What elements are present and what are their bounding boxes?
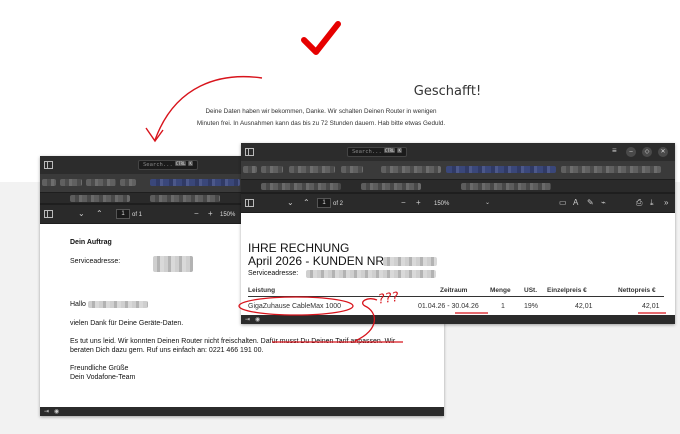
sidebar-toggle-icon[interactable]: [245, 199, 254, 207]
row-qty: 1: [501, 303, 505, 310]
print-icon[interactable]: ⎙: [636, 199, 642, 207]
redacted-breadcrumb: [461, 183, 551, 190]
redacted-tab[interactable]: [120, 179, 136, 186]
redacted-tab[interactable]: [381, 166, 441, 173]
checkmark-icon: [301, 21, 341, 55]
invoice-title: IHRE RECHNUNG: [248, 241, 350, 255]
closing-signature: Dein Vodafone-Team: [70, 374, 136, 381]
prev-page-icon[interactable]: ⌄: [78, 210, 85, 218]
page-total: of 1: [132, 212, 143, 218]
close-icon[interactable]: ✕: [658, 147, 668, 157]
highlighted-sentence: Dafür musst Du Deinen Tarif anpassen.: [260, 338, 383, 345]
status-bar: ⇥ ◉: [40, 407, 444, 416]
search-input[interactable]: Search... CTRL K: [347, 147, 407, 157]
letter-greeting: Hallo: [70, 301, 86, 308]
prev-page-icon[interactable]: ⌄: [287, 199, 294, 207]
panel-icon[interactable]: ⇥: [245, 316, 250, 324]
redacted-tab-active[interactable]: [446, 166, 556, 173]
download-icon[interactable]: ⤓: [650, 199, 654, 207]
page-number-input[interactable]: 1: [116, 209, 130, 219]
tab-bar: [241, 161, 675, 179]
redacted-breadcrumb: [70, 195, 130, 202]
redacted-address: [153, 256, 193, 272]
text-icon[interactable]: A: [573, 199, 578, 207]
col-header-period: Zeitraum: [440, 287, 468, 294]
redacted-tab[interactable]: [42, 179, 56, 186]
search-input[interactable]: Search... CTRL K: [138, 160, 198, 170]
service-address-label: Serviceadresse:: [248, 270, 299, 277]
maximize-icon[interactable]: ◇: [642, 147, 652, 157]
col-header-qty: Menge: [490, 287, 511, 294]
service-address-label: Serviceadresse:: [70, 258, 121, 265]
row-net-price: 42,01: [642, 303, 660, 310]
redacted-tab-active[interactable]: [150, 179, 240, 186]
minimize-icon[interactable]: –: [626, 147, 636, 157]
titlebar: Search... CTRL K ≡ – ◇ ✕: [241, 143, 675, 161]
row-service: GigaZuhause CableMax 1000: [248, 303, 342, 310]
success-message: Deine Daten haben wir bekommen, Danke. W…: [196, 108, 446, 127]
redacted-tab[interactable]: [341, 166, 363, 173]
next-page-icon[interactable]: ⌃: [303, 199, 310, 207]
pdf-viewer-invoice: Search... CTRL K ≡ – ◇ ✕ ⌄ ⌃ 1 of 2 − + 15…: [241, 143, 675, 324]
letter-line: vielen Dank für Deine Geräte-Daten.: [70, 320, 184, 327]
letter-heading: Dein Auftrag: [70, 239, 112, 246]
col-header-vat: USt.: [524, 287, 537, 294]
sidebar-toggle-icon[interactable]: [44, 210, 53, 218]
broadcast-icon[interactable]: ◉: [54, 408, 59, 416]
col-header-service: Leistung: [248, 287, 276, 294]
letter-paragraph: Es tut uns leid. Wir konnten Deinen Rout…: [70, 338, 396, 345]
page-total: of 2: [333, 201, 344, 207]
zoom-level[interactable]: 150%: [220, 211, 235, 219]
broadcast-icon[interactable]: ◉: [255, 316, 260, 324]
panel-icon[interactable]: ⇥: [44, 408, 49, 416]
closing-line: Freundliche Grüße: [70, 365, 129, 372]
draw-icon[interactable]: ✎: [587, 199, 594, 207]
redacted-tab[interactable]: [561, 166, 661, 173]
redacted-name: [88, 301, 148, 308]
pdf-toolbar: ⌄ ⌃ 1 of 2 − + 150% ⌄ ▭ A ✎ ⌁ ⎙ ⤓ »: [241, 193, 675, 213]
table-header-divider: [248, 296, 664, 297]
sidebar-toggle-icon[interactable]: [44, 161, 53, 169]
row-period: 01.04.26 - 30.04.26: [418, 303, 479, 310]
redacted-customer-number: [383, 257, 437, 266]
row-unit-price: 42,01: [575, 303, 593, 310]
more-icon[interactable]: »: [664, 199, 668, 207]
redacted-breadcrumb: [361, 183, 421, 190]
nav-row: [241, 179, 675, 193]
success-title: Geschafft!: [413, 84, 482, 99]
redacted-breadcrumb: [261, 183, 341, 190]
redacted-tab[interactable]: [60, 179, 82, 186]
zoom-dropdown-icon[interactable]: ⌄: [485, 199, 490, 207]
invoice-subtitle: April 2026 - KUNDEN NR.: [248, 254, 388, 268]
redacted-address: [306, 270, 436, 278]
zoom-level[interactable]: 150%: [434, 200, 449, 208]
page-number-input[interactable]: 1: [317, 198, 331, 208]
status-bar: ⇥ ◉: [241, 315, 675, 324]
menu-icon[interactable]: ≡: [612, 147, 617, 155]
redacted-tab[interactable]: [86, 179, 116, 186]
zoom-out-icon[interactable]: −: [194, 210, 199, 218]
col-header-net-price: Nettopreis €: [618, 287, 656, 294]
zoom-out-icon[interactable]: −: [401, 199, 406, 207]
redacted-tab[interactable]: [243, 166, 257, 173]
next-page-icon[interactable]: ⌃: [96, 210, 103, 218]
redacted-tab[interactable]: [289, 166, 335, 173]
row-vat: 19%: [524, 303, 539, 310]
col-header-unit-price: Einzelpreis €: [547, 287, 587, 294]
sidebar-toggle-icon[interactable]: [245, 148, 254, 156]
redacted-tab[interactable]: [261, 166, 283, 173]
zoom-in-icon[interactable]: +: [208, 210, 213, 218]
annotate-icon[interactable]: ▭: [559, 199, 567, 207]
letter-paragraph-continued: beraten Dich dazu gern. Ruf uns einfach …: [70, 347, 264, 354]
highlight-icon[interactable]: ⌁: [601, 199, 606, 207]
redacted-breadcrumb: [150, 195, 220, 202]
zoom-in-icon[interactable]: +: [416, 199, 421, 207]
